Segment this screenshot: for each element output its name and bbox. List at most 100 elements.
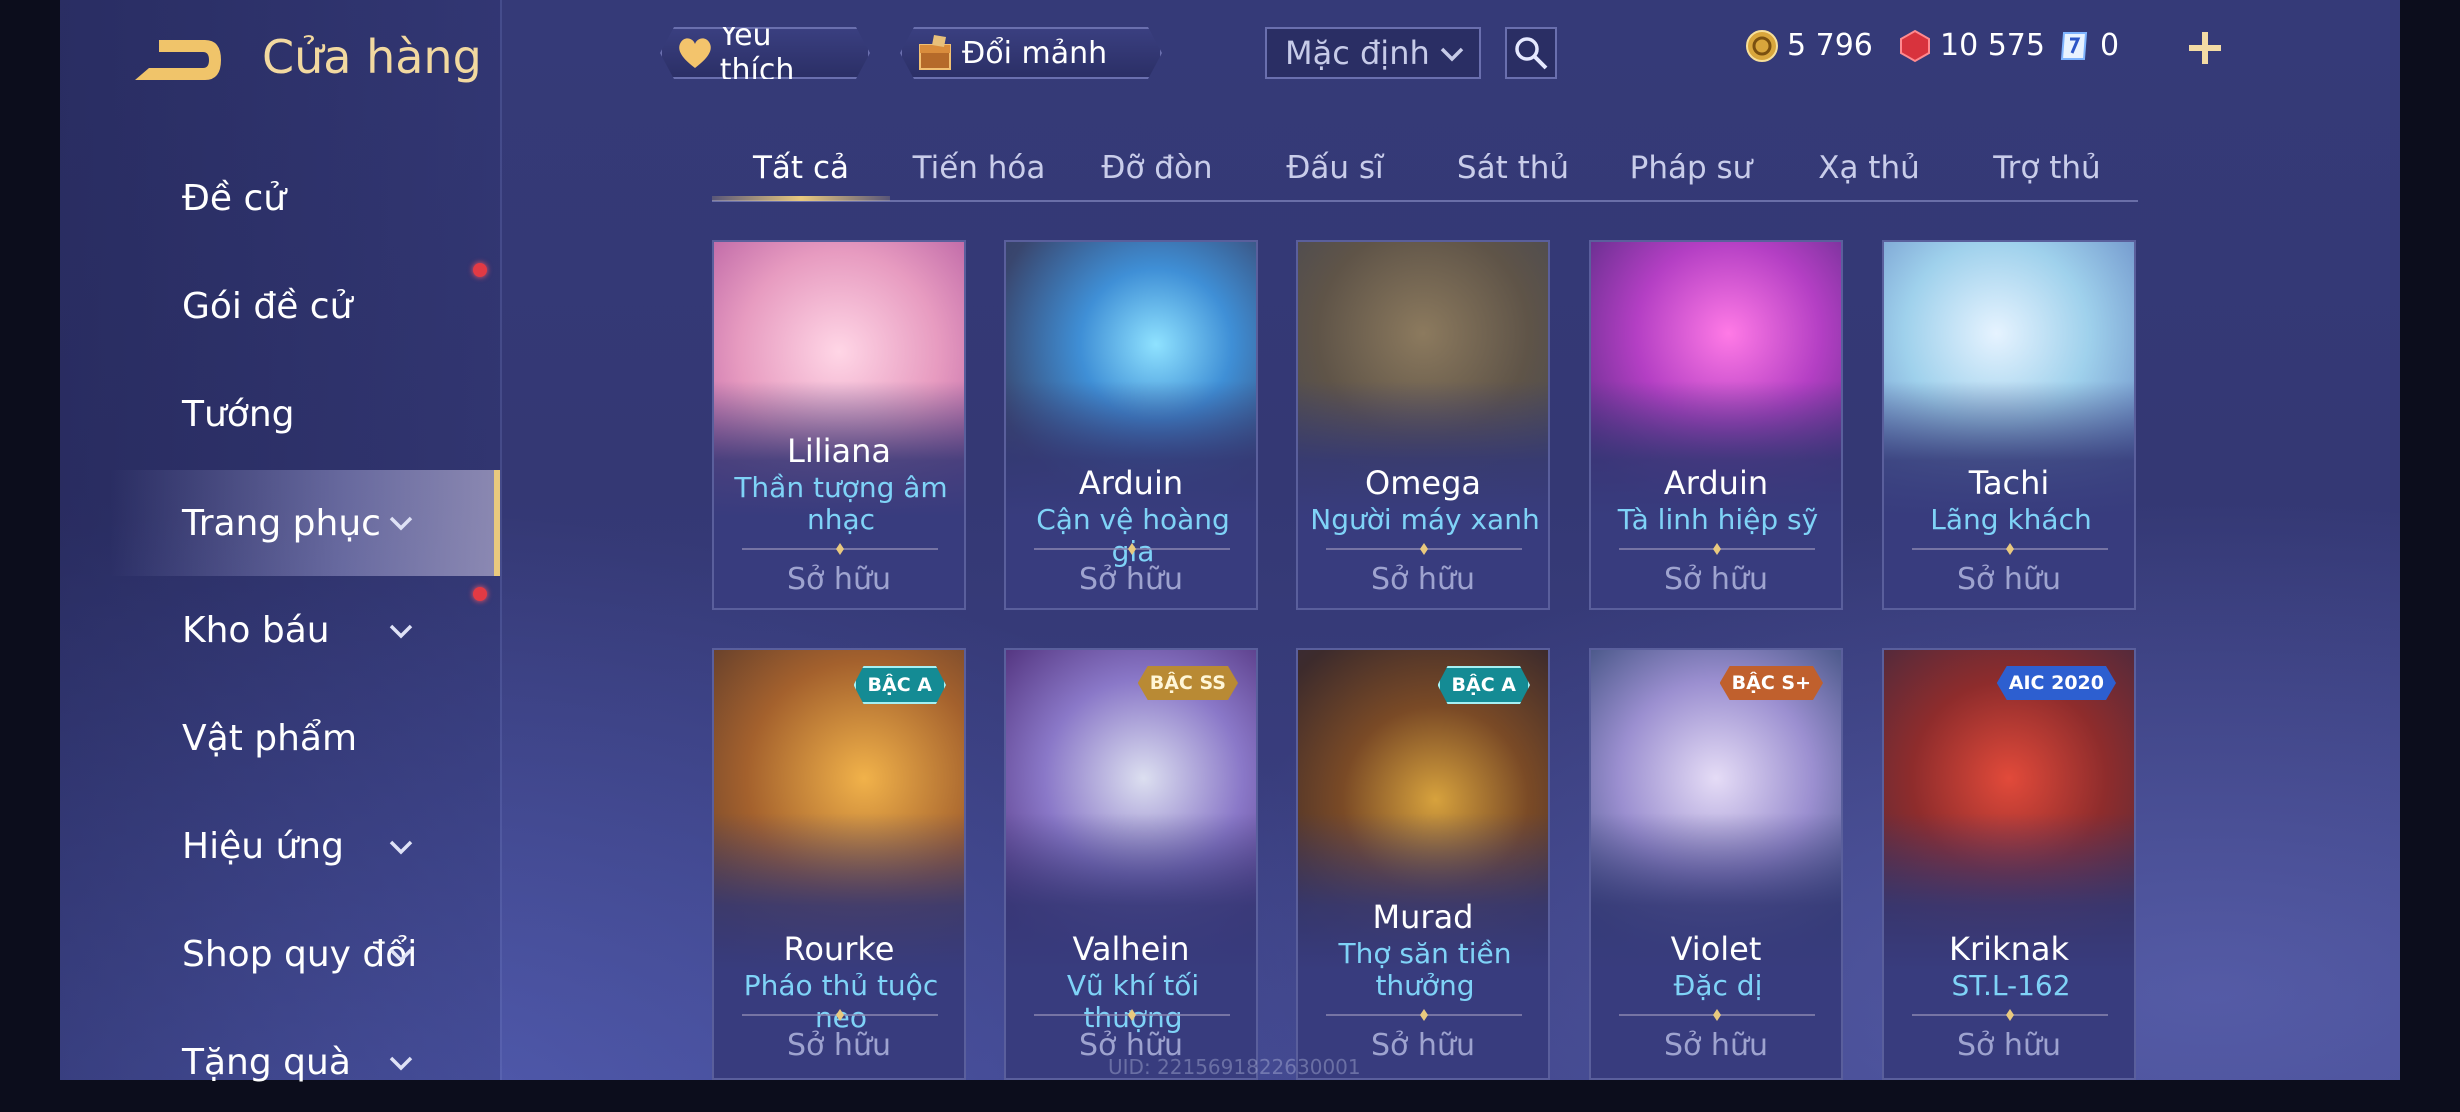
skin-name: Pháo thủ tuộc neo	[743, 969, 939, 1034]
sidebar-divider	[500, 0, 502, 1080]
tier-badge: BẬC S+	[1720, 666, 1823, 700]
tab-support[interactable]: Trợ thủ	[1958, 140, 2136, 196]
back-arrow-icon	[135, 40, 221, 80]
fragment-chest-icon	[916, 33, 956, 73]
exchange-fragment-button[interactable]: Đổi mảnh	[900, 27, 1162, 79]
skin-card[interactable]: BẬC S+ Violet Đặc dị Sở hữu	[1589, 648, 1843, 1080]
sidebar-item-label: Trang phục	[182, 502, 381, 544]
page-title: Cửa hàng	[262, 30, 482, 84]
hero-name: Kriknak	[1949, 930, 2069, 968]
skin-card[interactable]: BẬC A Rourke Pháo thủ tuộc neo Sở hữu	[712, 648, 966, 1080]
back-button[interactable]	[125, 30, 225, 90]
tab-marksman[interactable]: Xạ thủ	[1780, 140, 1958, 196]
tab-tank[interactable]: Đỡ đòn	[1068, 140, 1246, 196]
user-id: UID: 2215691822630001	[1108, 1055, 1361, 1079]
skin-card[interactable]: AIC 2020 Kriknak ST.L-162 Sở hữu	[1882, 648, 2136, 1080]
gold-amount: 5 796	[1787, 28, 1873, 63]
tab-all[interactable]: Tất cả	[712, 140, 890, 201]
chevron-down-icon[interactable]	[388, 514, 414, 532]
tier-badge: BẬC A	[1438, 666, 1530, 704]
skin-card[interactable]: BẬC SS Valhein Vũ khí tối thượng Sở hữu	[1004, 648, 1258, 1080]
chevron-down-icon[interactable]	[388, 622, 414, 640]
divider-ornament	[1034, 1009, 1230, 1021]
skin-name: Cận vệ hoàng gia	[1036, 503, 1230, 568]
tab-label: Trợ thủ	[1993, 150, 2101, 186]
tab-fighter[interactable]: Đấu sĩ	[1246, 140, 1424, 196]
tab-label: Sát thủ	[1456, 150, 1570, 186]
favorite-button[interactable]: Yêu thích	[660, 27, 870, 79]
sidebar-item-recommended-bundles[interactable]: Gói đề cử	[110, 256, 500, 356]
hero-name: Rourke	[783, 930, 895, 968]
sort-dropdown[interactable]: Mặc định	[1265, 27, 1481, 79]
skin-card[interactable]: Liliana Thần tượng âm nhạc Sở hữu	[712, 240, 966, 610]
tab-mage[interactable]: Pháp sư	[1602, 140, 1780, 196]
sidebar-item-treasure[interactable]: Kho báu	[110, 580, 500, 680]
owned-status: Sở hữu	[1957, 1028, 2061, 1063]
skin-card[interactable]: Tachi Lãng khách Sở hữu	[1882, 240, 2136, 610]
plus-icon	[2189, 32, 2221, 64]
sidebar-item-label: Hiệu ứng	[182, 825, 344, 867]
notification-dot	[473, 263, 487, 277]
sidebar-item-gift[interactable]: Tặng quà	[110, 1012, 500, 1112]
voucher-gem-icon	[1900, 29, 1930, 62]
skin-name: Vũ khí tối thượng	[1066, 969, 1200, 1034]
hero-name: Murad	[1372, 898, 1474, 936]
hero-name: Valhein	[1072, 930, 1190, 968]
skin-name: Đặc dị	[1673, 969, 1763, 1002]
search-button[interactable]	[1505, 27, 1557, 79]
owned-status: Sở hữu	[787, 562, 891, 597]
sidebar-item-label: Vật phẩm	[182, 717, 358, 759]
tier-badge: BẬC A	[854, 666, 946, 704]
tab-label: Đỡ đòn	[1101, 150, 1213, 186]
tab-label: Đấu sĩ	[1286, 150, 1384, 186]
owned-status: Sở hữu	[1664, 562, 1768, 597]
skin-name: Thần tượng âm nhạc	[734, 471, 948, 536]
role-tabs: Tất cả Tiến hóa Đỡ đòn Đấu sĩ Sát thủ Ph…	[712, 140, 2138, 204]
chevron-down-icon	[1440, 47, 1464, 62]
sidebar-item-label: Shop quy đổi	[182, 933, 418, 975]
tier-badge: BẬC SS	[1138, 666, 1238, 700]
hero-name: Violet	[1670, 930, 1762, 968]
voucher-amount: 10 575	[1940, 28, 2045, 63]
tier-badge: AIC 2020	[1997, 666, 2116, 700]
divider-ornament	[1619, 1009, 1815, 1021]
sidebar-item-label: Kho báu	[182, 609, 330, 651]
skin-name: ST.L-162	[1951, 969, 2071, 1002]
sidebar-item-effects[interactable]: Hiệu ứng	[110, 796, 500, 896]
sidebar-item-heroes[interactable]: Tướng	[110, 364, 500, 464]
skin-card[interactable]: Arduin Cận vệ hoàng gia Sở hữu	[1004, 240, 1258, 610]
owned-status: Sở hữu	[1664, 1028, 1768, 1063]
divider-ornament	[1912, 1009, 2108, 1021]
divider-ornament	[1034, 543, 1230, 555]
voucher-balance: 10 575	[1898, 28, 2045, 63]
owned-status: Sở hữu	[1957, 562, 2061, 597]
tab-evolution[interactable]: Tiến hóa	[890, 140, 1068, 196]
fragment-balance: 0	[2058, 28, 2119, 63]
exchange-label: Đổi mảnh	[962, 35, 1108, 71]
divider-ornament	[742, 1009, 938, 1021]
fragment-amount: 0	[2100, 28, 2120, 63]
sidebar-item-skins[interactable]: Trang phục	[110, 470, 500, 576]
chevron-down-icon[interactable]	[388, 838, 414, 856]
skin-card[interactable]: Arduin Tà linh hiệp sỹ Sở hữu	[1589, 240, 1843, 610]
skin-name: Lãng khách	[1930, 503, 2092, 536]
sidebar-item-items[interactable]: Vật phẩm	[110, 688, 500, 788]
sidebar-item-label: Đề cử	[182, 177, 287, 219]
hero-name: Liliana	[787, 432, 891, 470]
divider-ornament	[742, 543, 938, 555]
search-icon	[1515, 37, 1548, 70]
gold-balance: 5 796	[1745, 28, 1873, 63]
sidebar-item-recommended[interactable]: Đề cử	[110, 148, 500, 248]
skin-card[interactable]: BẬC A Murad Thợ săn tiền thưởng Sở hữu	[1296, 648, 1550, 1080]
tab-assassin[interactable]: Sát thủ	[1424, 140, 1602, 196]
chevron-down-icon[interactable]	[388, 946, 414, 964]
sidebar-item-label: Tướng	[182, 393, 295, 435]
add-currency-button[interactable]	[2185, 28, 2225, 68]
sidebar-item-exchange-shop[interactable]: Shop quy đổi	[110, 904, 500, 1004]
skin-card[interactable]: Omega Người máy xanh Sở hữu	[1296, 240, 1550, 610]
favorite-label: Yêu thích	[719, 18, 795, 88]
tab-label: Pháp sư	[1629, 150, 1753, 186]
chevron-down-icon[interactable]	[388, 1054, 414, 1072]
sidebar-item-label: Tặng quà	[182, 1041, 351, 1083]
sidebar-item-label: Gói đề cử	[182, 285, 353, 327]
